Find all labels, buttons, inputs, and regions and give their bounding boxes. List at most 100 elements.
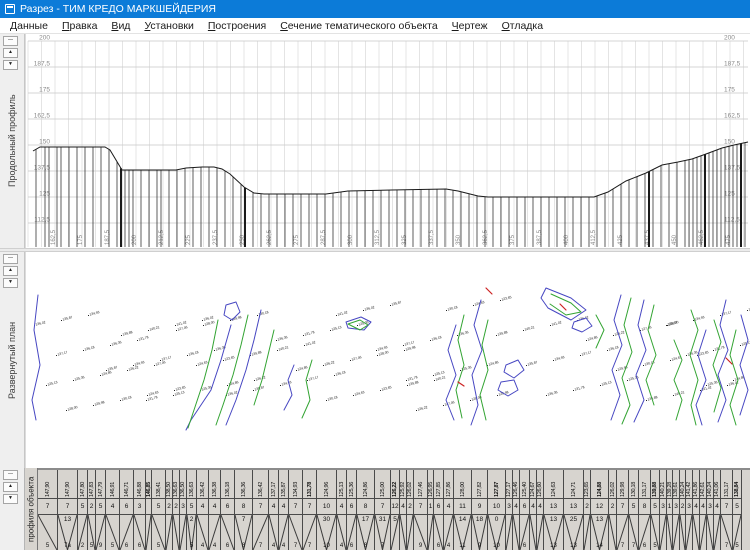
svg-text:275: 275 bbox=[294, 234, 300, 245]
column-elevation-label: 127,46 bbox=[414, 470, 427, 498]
column-elevation-label: 126,22 bbox=[391, 470, 399, 498]
column-distance-cell bbox=[180, 515, 186, 550]
svg-text:140,21: 140,21 bbox=[278, 345, 289, 351]
svg-text:136,18: 136,18 bbox=[608, 345, 619, 351]
menu-item-5[interactable]: Построения bbox=[201, 20, 273, 32]
column-value-cell: 7 bbox=[375, 498, 390, 515]
menu-item-6[interactable]: Сечение тематического объекта bbox=[273, 20, 444, 32]
column-value-cell: 9 bbox=[472, 498, 487, 515]
table-column-3: 147,8052 bbox=[78, 470, 88, 550]
column-value-cell: 4 bbox=[693, 498, 699, 515]
table-collapse-button[interactable]: — bbox=[3, 470, 18, 480]
svg-text:162,5: 162,5 bbox=[724, 113, 741, 120]
column-value-cell: 5 bbox=[187, 498, 196, 515]
svg-text:141,42: 141,42 bbox=[337, 310, 348, 316]
table-column-2: 147,907137a bbox=[58, 470, 78, 550]
menu-item-3[interactable]: Вид bbox=[104, 20, 137, 32]
column-value-cell: 2 bbox=[584, 498, 590, 515]
column-distance-cell: 7 bbox=[253, 515, 268, 550]
table-column-34: 127,8566 bbox=[434, 470, 444, 550]
profile-chart-area[interactable]: 200200187,5187,5175175162,5162,515015013… bbox=[25, 34, 750, 248]
menu-item-1[interactable]: Данные bbox=[3, 20, 55, 32]
table-column-63: 138,8455 bbox=[733, 470, 742, 550]
table-column-27: 124,868178 bbox=[357, 470, 375, 550]
svg-text:127,46: 127,46 bbox=[641, 325, 652, 331]
svg-text:187,5: 187,5 bbox=[724, 61, 741, 68]
column-value-cell: 7 bbox=[38, 498, 57, 515]
table-column-39: 127,173 bbox=[506, 470, 513, 550]
column-elevation-label: 141,86 bbox=[693, 470, 699, 498]
menu-item-4[interactable]: Установки bbox=[137, 20, 200, 32]
svg-text:187,5: 187,5 bbox=[105, 229, 111, 245]
svg-text:375: 375 bbox=[510, 234, 516, 245]
column-elevation-label: 125,13 bbox=[337, 470, 346, 498]
table-column-58: 141,864 bbox=[693, 470, 700, 550]
column-distance-cell: 6 bbox=[520, 515, 529, 550]
table-column-21: 135,8744 bbox=[279, 470, 289, 550]
table-column-16: 136,3844 bbox=[209, 470, 221, 550]
plan-move-down-button[interactable]: ▼ bbox=[3, 278, 18, 288]
table-move-up-button[interactable]: ▲ bbox=[3, 482, 18, 492]
menu-item-7[interactable]: Чертеж bbox=[445, 20, 495, 32]
svg-text:135,87: 135,87 bbox=[527, 360, 538, 366]
column-distance-cell bbox=[680, 515, 685, 550]
profile-collapse-button[interactable]: — bbox=[3, 36, 18, 46]
svg-text:175: 175 bbox=[78, 234, 84, 245]
svg-text:141,42: 141,42 bbox=[305, 340, 316, 346]
column-value-cell: 4 bbox=[513, 498, 519, 515]
column-distance-cell bbox=[673, 515, 679, 550]
table-column-50: 130,1857 bbox=[629, 470, 639, 550]
profile-move-down-button[interactable]: ▼ bbox=[3, 60, 18, 70]
column-elevation-label: 131,78 bbox=[303, 470, 316, 498]
column-distance-cell bbox=[584, 515, 590, 550]
column-distance-cell bbox=[707, 515, 713, 550]
profile-marks-table[interactable]: 147,9075147,907137a147,8052147,8325147,7… bbox=[38, 468, 750, 550]
svg-text:200: 200 bbox=[39, 35, 50, 42]
svg-text:134,93: 134,93 bbox=[694, 315, 705, 321]
column-elevation-label: 140,24 bbox=[707, 470, 713, 498]
column-elevation-label: 126,60 bbox=[537, 470, 543, 498]
svg-text:136,36: 136,36 bbox=[687, 350, 698, 356]
column-distance-cell: 317 bbox=[375, 515, 390, 550]
svg-text:135,87: 135,87 bbox=[391, 300, 402, 306]
column-distance-cell: 4 bbox=[279, 515, 288, 550]
column-distance-cell: 1411 bbox=[454, 515, 471, 550]
svg-text:175: 175 bbox=[724, 87, 735, 94]
table-column-41: 125,4066 bbox=[520, 470, 530, 550]
column-value-cell: 13 bbox=[564, 498, 583, 515]
column-distance-cell bbox=[428, 515, 433, 550]
svg-text:129,98: 129,98 bbox=[94, 400, 105, 406]
column-elevation-label: 146,71 bbox=[120, 470, 133, 498]
table-column-57: 141,423 bbox=[686, 470, 693, 550]
plan-collapse-button[interactable]: — bbox=[3, 254, 18, 264]
table-column-44: 124,63131313 bbox=[544, 470, 564, 550]
column-elevation-label: 137,17 bbox=[269, 470, 278, 498]
column-elevation-label: 136,63 bbox=[187, 470, 196, 498]
menu-item-2[interactable]: Правка bbox=[55, 20, 104, 32]
profile-move-up-button[interactable]: ▲ bbox=[3, 48, 18, 58]
svg-text:136,36: 136,36 bbox=[111, 340, 122, 346]
column-elevation-label: 125,00 bbox=[375, 470, 390, 498]
column-elevation-label: 127,86 bbox=[444, 470, 453, 498]
svg-text:212,5: 212,5 bbox=[159, 229, 165, 245]
profile-chart-svg: 200200187,5187,5175175162,5162,515015013… bbox=[26, 34, 750, 248]
svg-text:126,22: 126,22 bbox=[417, 405, 428, 411]
column-elevation-label: 136,18 bbox=[221, 470, 234, 498]
svg-text:124,86: 124,86 bbox=[488, 360, 499, 366]
column-value-cell: 4 bbox=[400, 498, 406, 515]
column-value-cell: 2 bbox=[88, 498, 95, 515]
column-value-cell: 8 bbox=[357, 498, 374, 515]
svg-text:139,88: 139,88 bbox=[251, 350, 262, 356]
column-elevation-label: 126,95 bbox=[428, 470, 433, 498]
plan-chart-area[interactable]: 136,42135,87134,93137,17136,18136,36131,… bbox=[25, 252, 750, 468]
column-elevation-label: 126,02 bbox=[407, 470, 413, 498]
svg-text:124,63: 124,63 bbox=[354, 390, 365, 396]
table-panel-sidebar: — ▲ ▼ bbox=[0, 468, 25, 550]
table-move-down-button[interactable]: ▼ bbox=[3, 494, 18, 504]
column-distance-cell: 7 bbox=[303, 515, 316, 550]
plan-move-up-button[interactable]: ▲ bbox=[3, 266, 18, 276]
column-value-cell: 2 bbox=[609, 498, 616, 515]
menu-item-8[interactable]: Отладка bbox=[495, 20, 551, 32]
column-value-cell: 5 bbox=[629, 498, 638, 515]
column-value-cell: 4 bbox=[279, 498, 288, 515]
